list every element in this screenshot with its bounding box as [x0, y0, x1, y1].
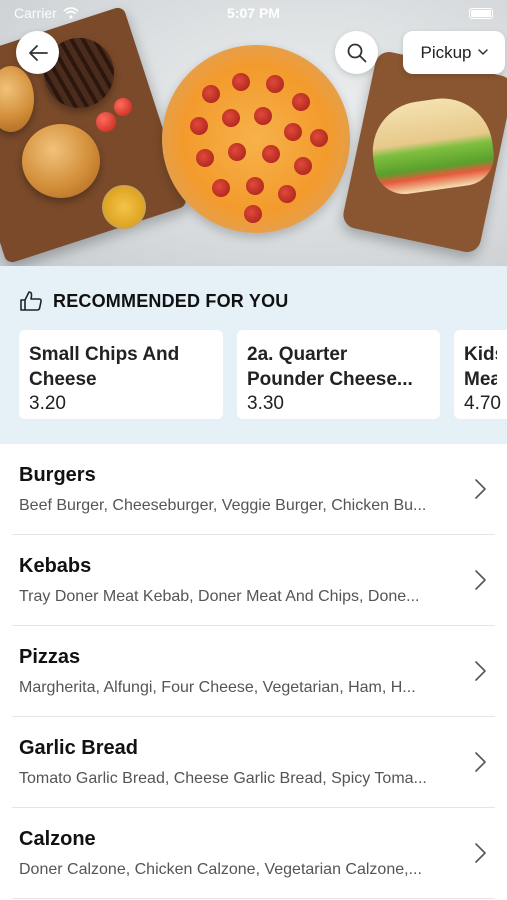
category-item-calzone[interactable]: Calzone Doner Calzone, Chicken Calzone, …: [12, 808, 495, 899]
chevron-right-icon: [475, 479, 486, 499]
category-name: Garlic Bread: [19, 737, 138, 759]
order-mode-dropdown[interactable]: Pickup: [403, 31, 505, 74]
recommended-card-name: Pounder Cheese...: [247, 369, 413, 390]
category-item-pizzas[interactable]: Pizzas Margherita, Alfungi, Four Cheese,…: [12, 626, 495, 717]
recommended-card[interactable]: Kids Mea 4.70: [454, 330, 507, 419]
category-name: Kebabs: [19, 555, 92, 577]
recommended-card-name: Kids: [464, 344, 497, 365]
recommended-section: RECOMMENDED FOR YOU Small Chips And Chee…: [0, 266, 507, 444]
status-bar: Carrier 5:07 PM: [0, 0, 507, 26]
recommended-card[interactable]: 2a. Quarter Pounder Cheese... 3.30: [237, 330, 440, 419]
category-name: Pizzas: [19, 646, 81, 668]
search-icon: [347, 43, 366, 62]
category-description: Beef Burger, Cheeseburger, Veggie Burger…: [19, 497, 427, 514]
recommended-title: RECOMMENDED FOR YOU: [53, 290, 289, 311]
thumbs-up-icon: [20, 291, 42, 311]
recommended-card-name: Mea: [464, 369, 497, 390]
chevron-down-icon: [477, 49, 488, 56]
sauce-image: [102, 185, 146, 229]
recommended-card[interactable]: Small Chips And Cheese 3.20: [19, 330, 223, 419]
chevron-right-icon: [475, 843, 486, 863]
chevron-right-icon: [475, 661, 486, 681]
back-button[interactable]: [16, 31, 59, 74]
category-item-garlic-bread[interactable]: Garlic Bread Tomato Garlic Bread, Cheese…: [12, 717, 495, 808]
order-mode-label: Pickup: [420, 42, 472, 62]
category-name: Burgers: [19, 464, 96, 486]
hero-banner: Carrier 5:07 PM Pickup: [0, 0, 507, 266]
arrow-left-icon: [28, 44, 48, 61]
recommended-card-price: 3.20: [29, 393, 66, 414]
category-item-kebabs[interactable]: Kebabs Tray Doner Meat Kebab, Doner Meat…: [12, 535, 495, 626]
tomato-image: [114, 98, 132, 116]
recommended-header: RECOMMENDED FOR YOU: [19, 290, 288, 312]
tomato-image: [96, 112, 116, 132]
recommended-card-price: 3.30: [247, 393, 284, 414]
recommended-card-name: Small Chips And: [29, 344, 180, 365]
category-list: Burgers Beef Burger, Cheeseburger, Veggi…: [0, 444, 507, 899]
chevron-right-icon: [475, 752, 486, 772]
recommended-card-name: 2a. Quarter: [247, 344, 348, 365]
recommended-card-price: 4.70: [464, 393, 501, 414]
battery-icon: [469, 7, 493, 19]
pizza-image: [162, 45, 350, 233]
burger-image: [22, 124, 100, 198]
recommended-card-name: Cheese: [29, 369, 97, 390]
category-description: Margherita, Alfungi, Four Cheese, Vegeta…: [19, 679, 416, 696]
category-description: Tray Doner Meat Kebab, Doner Meat And Ch…: [19, 588, 420, 605]
search-button[interactable]: [335, 31, 378, 74]
category-item-burgers[interactable]: Burgers Beef Burger, Cheeseburger, Veggi…: [12, 444, 495, 535]
category-description: Tomato Garlic Bread, Cheese Garlic Bread…: [19, 770, 427, 787]
chevron-right-icon: [475, 570, 486, 590]
status-time: 5:07 PM: [227, 5, 280, 21]
category-name: Calzone: [19, 828, 96, 850]
category-description: Doner Calzone, Chicken Calzone, Vegetari…: [19, 861, 422, 878]
